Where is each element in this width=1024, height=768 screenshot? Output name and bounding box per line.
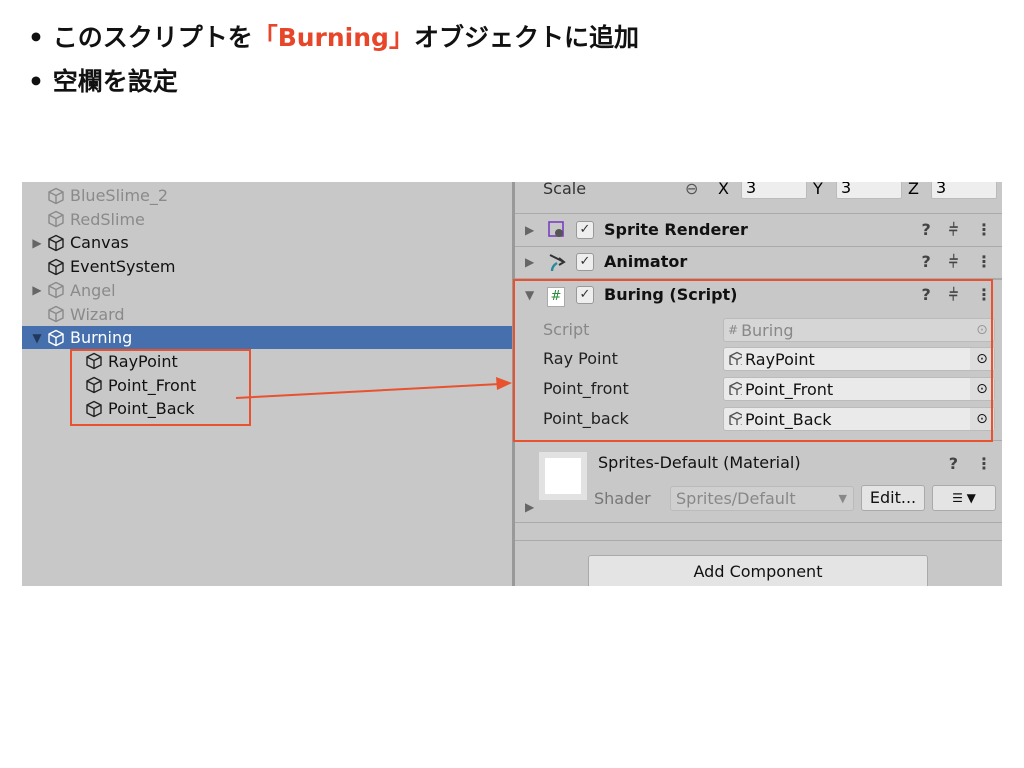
annotation-arrow (235, 377, 512, 399)
